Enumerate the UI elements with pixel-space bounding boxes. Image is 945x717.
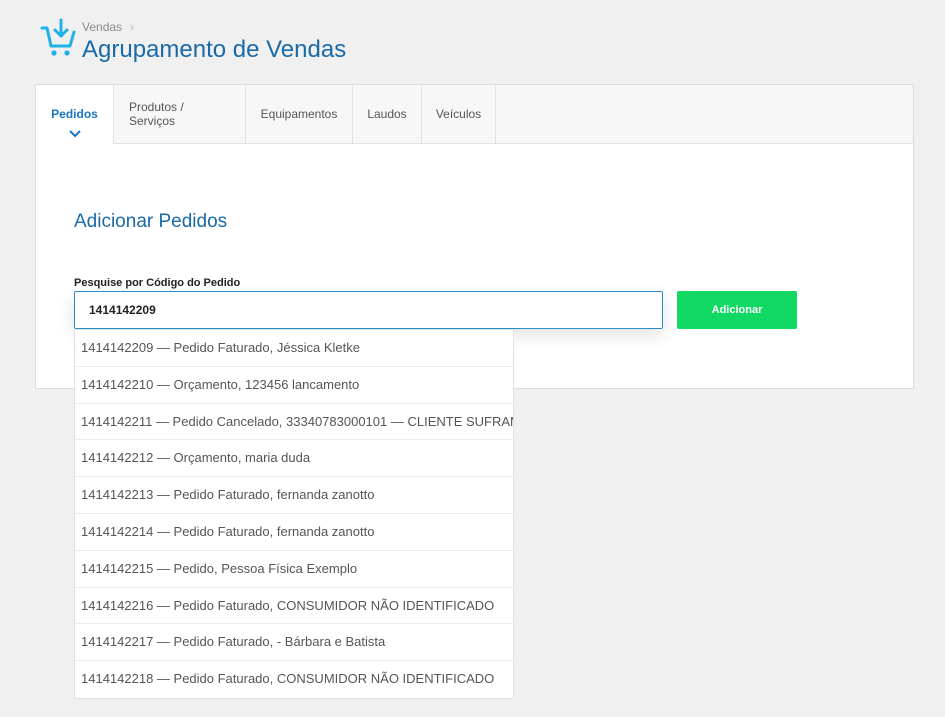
add-button[interactable]: Adicionar [677, 291, 797, 329]
autocomplete-dropdown: 1414142209 — Pedido Faturado, Jéssica Kl… [74, 329, 514, 699]
tab-label: Laudos [367, 107, 407, 121]
chevron-down-icon [68, 130, 81, 138]
tab-label: Veículos [435, 107, 482, 121]
search-label: Pesquise por Código do Pedido [74, 277, 241, 289]
page-title: Agrupamento de Vendas [82, 36, 347, 63]
breadcrumb: Vendas › [82, 20, 134, 34]
tab-label: Equipamentos [260, 107, 338, 121]
suggestion-item[interactable]: 1414142217 — Pedido Faturado, - Bárbara … [75, 624, 513, 662]
suggestion-item[interactable]: 1414142210 — Orçamento, 123456 lancament… [75, 367, 513, 404]
tab-label: Produtos / Serviços [129, 100, 184, 128]
cart-download-icon [40, 18, 76, 56]
suggestion-item[interactable]: 1414142215 — Pedido, Pessoa Física Exemp… [75, 551, 513, 588]
tab-label: Pedidos [51, 106, 98, 121]
tab-laudos[interactable]: Laudos [353, 85, 422, 143]
suggestion-item[interactable]: 1414142216 — Pedido Faturado, CONSUMIDOR… [75, 588, 513, 625]
tab-pedidos[interactable]: Pedidos [36, 85, 114, 144]
suggestion-item[interactable]: 1414142209 — Pedido Faturado, Jéssica Kl… [75, 330, 513, 367]
chevron-right-icon: › [130, 20, 135, 34]
breadcrumb-link-vendas[interactable]: Vendas [82, 20, 122, 34]
suggestion-item[interactable]: 1414142213 — Pedido Faturado, fernanda z… [75, 477, 513, 514]
suggestion-item[interactable]: 1414142214 — Pedido Faturado, fernanda z… [75, 514, 513, 551]
tab-veiculos[interactable]: Veículos [422, 85, 496, 143]
tab-equipamentos[interactable]: Equipamentos [246, 85, 353, 143]
order-search-input[interactable] [74, 291, 663, 329]
suggestion-item[interactable]: 1414142218 — Pedido Faturado, CONSUMIDOR… [75, 661, 513, 698]
tab-produtos-servicos[interactable]: Produtos / Serviços [114, 85, 246, 143]
suggestion-item[interactable]: 1414142212 — Orçamento, maria duda [75, 440, 513, 478]
section-title: Adicionar Pedidos [74, 211, 228, 232]
tab-bar: Pedidos Produtos / Serviços Equipamentos… [36, 85, 913, 144]
suggestion-item[interactable]: 1414142211 — Pedido Cancelado, 333407830… [75, 404, 513, 441]
